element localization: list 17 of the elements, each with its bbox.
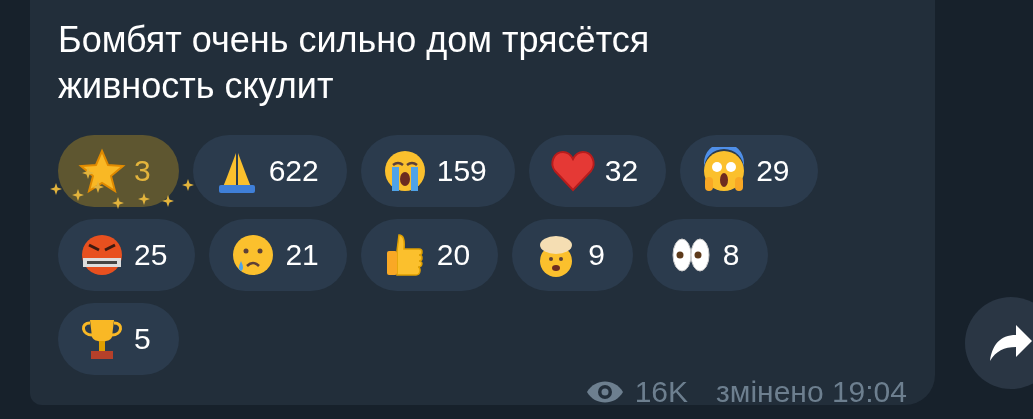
message-text: Бомбят очень сильно дом трясётся живность скулит: [58, 18, 651, 108]
reaction-button[interactable]: 32: [528, 135, 667, 207]
star-icon: [78, 147, 126, 195]
share-icon: [988, 323, 1033, 363]
share-button[interactable]: [965, 297, 1033, 389]
reaction-button[interactable]: 20: [360, 219, 499, 291]
reaction-button[interactable]: 159: [360, 135, 515, 207]
view-count: 16K: [634, 375, 689, 409]
reaction-button[interactable]: 29: [680, 135, 818, 207]
reaction-button[interactable]: 5: [58, 303, 179, 375]
reaction-button[interactable]: 9: [512, 219, 633, 291]
reaction-button[interactable]: 21: [209, 219, 347, 291]
reaction-button[interactable]: 3: [58, 135, 179, 207]
reaction-button[interactable]: 25: [58, 219, 196, 291]
reaction-button[interactable]: 8: [646, 219, 768, 291]
edited-time: змінено 19:04: [716, 375, 907, 409]
reaction-button[interactable]: 622: [192, 135, 347, 207]
